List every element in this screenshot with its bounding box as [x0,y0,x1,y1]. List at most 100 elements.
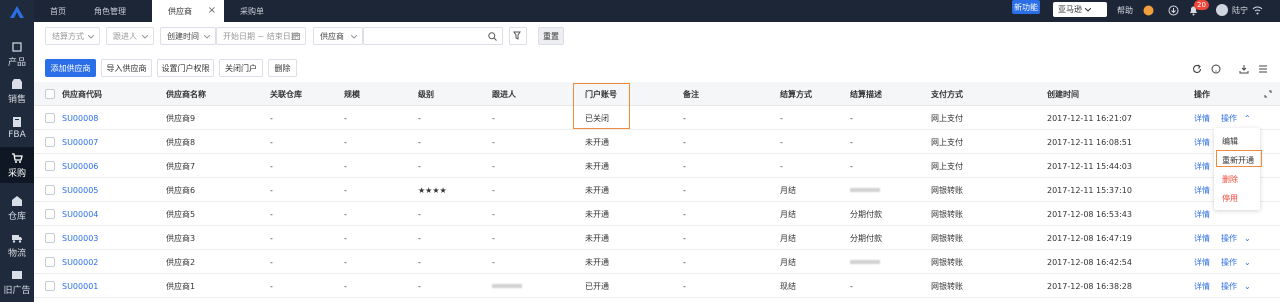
obscured-value [850,250,882,274]
download-icon[interactable] [1168,5,1179,16]
column-header: 操作 [1194,89,1210,99]
settlement-cell: - [780,137,783,147]
detail-link[interactable]: 详情 [1194,178,1210,202]
created-time-cell: 2017-12-08 16:53:43 [1047,209,1132,219]
detail-link[interactable]: 详情 [1194,250,1210,274]
row-checkbox[interactable] [45,257,55,267]
sidebar-item-label: FBA [8,130,26,140]
time-type-select[interactable]: 创建时间 [160,27,216,45]
date-range-input[interactable]: 开始日期 ~ 结束日期 [216,27,306,45]
row-checkbox[interactable] [45,113,55,123]
tab-label: 采购单 [240,6,264,16]
row-checkbox[interactable] [45,137,55,147]
row-checkbox[interactable] [45,233,55,243]
detail-link[interactable]: 详情 [1194,274,1210,298]
created-time-cell: 2017-12-08 16:47:19 [1047,233,1132,243]
operation-dropdown[interactable]: 操作 [1221,274,1237,298]
search-field-select[interactable]: 供应商 [313,27,363,45]
region-select[interactable]: 亚马逊 [1053,2,1107,17]
sidebar-item-warehouse[interactable]: 仓库 [0,190,34,226]
bulb-icon[interactable] [1143,5,1154,16]
sidebar-item-old-ads[interactable]: 旧广告 [0,264,34,300]
warehouse-cell: - [270,281,273,291]
supplier-code-link[interactable]: SU00008 [62,106,98,130]
detail-link[interactable]: 详情 [1194,226,1210,250]
tab-role-management[interactable]: 角色管理 [78,0,152,22]
add-supplier-button[interactable]: 添加供应商 [45,59,96,77]
supplier-code-link[interactable]: SU00003 [62,226,98,250]
portal-permission-button[interactable]: 设置门户权限 [157,59,214,77]
follower-cell: - [492,185,495,195]
tab-purchase-order[interactable]: 采购单 [224,0,284,22]
sidebar-item-purchase[interactable]: 采购 [0,147,34,183]
chevron-icon[interactable]: ⌄ [1244,274,1251,298]
follower-cell: - [492,113,495,123]
search-input[interactable] [363,27,503,45]
operation-dropdown[interactable]: 操作 [1221,106,1237,130]
sidebar: 产品 销售 FBA 采购 仓库 物流 旧广告 [0,0,34,302]
created-time-cell: 2017-12-11 15:37:10 [1047,185,1132,195]
close-icon[interactable]: × [208,5,216,16]
tab-label: 首页 [50,6,66,16]
menu-item-edit[interactable]: 编辑 [1214,132,1260,151]
ad-icon [12,270,22,279]
app-logo[interactable] [0,0,34,24]
scale-cell: - [344,137,347,147]
refresh-icon[interactable] [1192,64,1202,74]
detail-link[interactable]: 详情 [1194,202,1210,226]
advanced-filter-button[interactable] [509,27,527,45]
operation-dropdown[interactable]: 操作 [1221,226,1237,250]
new-feature-button[interactable]: 新功能 [1012,0,1040,14]
reset-button[interactable]: 重置 [538,27,564,45]
settlement-desc-cell: - [850,113,853,123]
sidebar-item-product[interactable]: 产品 [0,36,34,72]
tab-home[interactable]: 首页 [34,0,78,22]
supplier-code-link[interactable]: SU00004 [62,202,98,226]
list-settings-icon[interactable] [1258,64,1268,74]
chevron-icon[interactable]: ⌃ [1244,106,1251,130]
tab-supplier[interactable]: 供应商 × [152,0,224,22]
supplier-code-link[interactable]: SU00005 [62,178,98,202]
follower-filter[interactable]: 跟进人 [106,27,154,45]
settlement-cell: 月结 [780,209,796,219]
search-icon[interactable] [488,32,497,41]
column-header: 结算方式 [780,89,812,99]
sidebar-item-label: 仓库 [7,211,26,222]
sidebar-item-fba[interactable]: FBA [0,110,34,146]
chevron-icon[interactable]: ⌄ [1244,250,1251,274]
settlement-filter[interactable]: 结算方式 [45,27,100,45]
delete-button[interactable]: 删除 [268,59,297,77]
user-name[interactable]: 陆宁 [1232,5,1248,16]
row-checkbox[interactable] [45,281,55,291]
detail-link[interactable]: 详情 [1194,106,1210,130]
row-checkbox[interactable] [45,185,55,195]
supplier-code-link[interactable]: SU00007 [62,130,98,154]
supplier-name-cell: 供应商6 [166,185,196,195]
sidebar-item-logistics[interactable]: 物流 [0,227,34,263]
select-all-checkbox[interactable] [45,89,55,99]
obscured-value [492,274,524,298]
menu-item-disable[interactable]: 停用 [1214,189,1260,208]
operation-dropdown[interactable]: 操作 [1221,250,1237,274]
export-icon[interactable] [1239,64,1249,74]
scale-cell: - [344,257,347,267]
supplier-code-link[interactable]: SU00001 [62,274,98,298]
row-checkbox[interactable] [45,209,55,219]
help-link[interactable]: 帮助 [1117,5,1133,16]
chevron-icon[interactable]: ⌄ [1244,226,1251,250]
menu-item-delete[interactable]: 删除 [1214,170,1260,189]
import-supplier-button[interactable]: 导入供应商 [101,59,152,77]
supplier-code-link[interactable]: SU00006 [62,154,98,178]
avatar[interactable] [1216,4,1228,16]
level-cell: ★★★★ [418,185,447,195]
sidebar-item-sales[interactable]: 销售 [0,73,34,109]
detail-link[interactable]: 详情 [1194,130,1210,154]
detail-link[interactable]: 详情 [1194,154,1210,178]
close-portal-button[interactable]: 关闭门户 [219,59,263,77]
expand-icon[interactable] [1264,90,1272,98]
warehouse-cell: - [270,161,273,171]
help-icon[interactable] [1211,64,1221,74]
row-checkbox[interactable] [45,161,55,171]
created-time-cell: 2017-12-08 16:42:54 [1047,257,1132,267]
supplier-code-link[interactable]: SU00002 [62,250,98,274]
